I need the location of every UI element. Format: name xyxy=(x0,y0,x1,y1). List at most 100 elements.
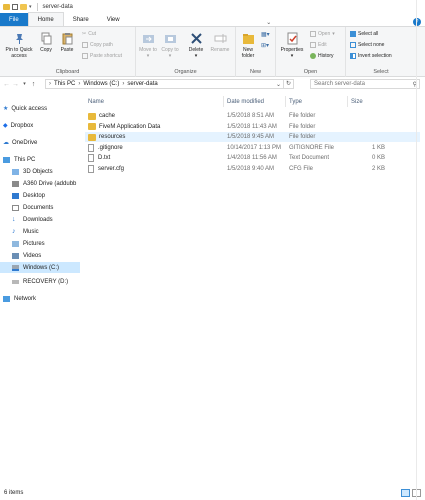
refresh-icon[interactable]: ↻ xyxy=(283,80,293,88)
expand-ribbon-icon[interactable]: ⌄ xyxy=(266,19,271,26)
nav-item-pictures[interactable]: Pictures xyxy=(0,238,80,249)
address-bar[interactable]: › This PC › Windows (C:) › server-data ⌄… xyxy=(45,79,294,89)
search-input[interactable]: Search server-data ⚲ xyxy=(310,79,420,89)
nav-item-this-pc[interactable]: This PC xyxy=(0,154,80,165)
cut-label: Cut xyxy=(88,31,96,37)
delete-button[interactable]: Delete ▾ xyxy=(186,32,206,59)
nav-item-3d-objects[interactable]: 3D Objects xyxy=(0,166,80,177)
tab-file[interactable]: File xyxy=(0,13,28,26)
up-arrow-icon[interactable]: ↑ xyxy=(29,81,38,88)
move-to-button[interactable]: Move to ▾ xyxy=(139,32,157,59)
nav-item-onedrive[interactable]: ☁ OneDrive xyxy=(0,137,80,148)
recent-locations-icon[interactable]: ▾ xyxy=(20,81,29,87)
nav-label: This PC xyxy=(14,156,36,163)
select-all-icon xyxy=(350,31,356,37)
select-none-icon xyxy=(350,42,356,48)
music-note-icon: ♪ xyxy=(12,228,16,235)
properties-checkbox-icon[interactable] xyxy=(12,3,18,10)
nav-item-network[interactable]: Network xyxy=(0,293,80,304)
file-type: File folder xyxy=(286,132,348,142)
details-view-icon[interactable] xyxy=(401,489,410,497)
nav-item-music[interactable]: ♪ Music xyxy=(0,226,80,237)
nav-item-recovery-d[interactable]: RECOVERY (D:) xyxy=(0,276,80,287)
table-row[interactable]: FiveM Application Data 1/5/2018 11:43 AM F… xyxy=(85,122,420,132)
new-folder-icon[interactable] xyxy=(20,3,27,10)
nav-label: Desktop xyxy=(23,192,46,199)
tab-share[interactable]: Share xyxy=(64,13,98,26)
ribbon-tabs: File Home Share View ⌄ ? xyxy=(0,12,425,27)
breadcrumb-current-folder[interactable]: server-data xyxy=(127,81,157,87)
easy-access-icon[interactable]: ⊞▾ xyxy=(261,42,269,49)
tab-view[interactable]: View xyxy=(98,13,129,26)
new-folder-button[interactable]: New folder xyxy=(238,32,258,59)
nav-item-dropbox[interactable]: ◆ Dropbox xyxy=(0,120,80,131)
new-folder-label: New folder xyxy=(241,47,255,59)
nav-item-videos[interactable]: Videos xyxy=(0,250,80,261)
copy-to-button[interactable]: Copy to ▾ xyxy=(161,32,179,59)
column-header-type[interactable]: Type xyxy=(286,96,348,107)
paste-button[interactable]: Paste xyxy=(58,32,76,53)
nav-item-a360-drive[interactable]: A360 Drive (addubb xyxy=(0,178,80,189)
open-label: Open xyxy=(318,31,331,37)
table-row[interactable]: cache 1/5/2018 8:51 AM File folder xyxy=(85,111,420,121)
nav-item-desktop[interactable]: Desktop xyxy=(0,190,80,201)
breadcrumb-drive[interactable]: Windows (C:) xyxy=(83,81,119,87)
paste-shortcut-button[interactable]: Paste shortcut xyxy=(82,53,122,59)
tab-home[interactable]: Home xyxy=(27,12,64,26)
file-type: GITIGNORE File xyxy=(286,143,348,153)
file-date-text: 1/5/2018 11:43 AM xyxy=(227,123,277,130)
address-row: ← → ▾ ↑ › This PC › Windows (C:) › serve… xyxy=(0,77,425,91)
open-button[interactable]: Open ▾ xyxy=(310,31,335,37)
nav-item-windows-c[interactable]: Windows (C:) xyxy=(0,262,80,273)
properties-button[interactable]: Properties ▾ xyxy=(278,32,306,59)
delete-dropdown-icon: ▾ xyxy=(194,53,198,59)
table-row[interactable]: server.cfg 1/5/2018 9:40 AM CFG File 2 KB xyxy=(85,164,420,174)
forward-arrow-icon[interactable]: → xyxy=(11,81,20,88)
windows-drive-icon xyxy=(12,264,19,271)
history-button[interactable]: History xyxy=(310,53,334,59)
file-size xyxy=(348,132,385,142)
new-group: New folder ▦▾ ⊞▾ New xyxy=(236,27,276,77)
file-name-text: D.txt xyxy=(98,155,111,161)
edit-button[interactable]: Edit xyxy=(310,42,327,48)
new-folder-icon xyxy=(242,34,254,44)
pin-to-quick-access-button[interactable]: Pin to Quick access xyxy=(2,32,36,59)
table-row[interactable]: D.txt 1/4/2018 11:56 AM Text Document 0 KB xyxy=(85,153,420,163)
desktop-icon xyxy=(12,192,19,199)
properties-icon xyxy=(287,32,297,45)
open-icon xyxy=(310,31,316,37)
file-type-text: File folder xyxy=(289,123,316,130)
back-arrow-icon[interactable]: ← xyxy=(2,81,11,88)
navigation-pane: ★ Quick access ◆ Dropbox ☁ OneDrive This… xyxy=(0,96,80,486)
rename-button[interactable]: Rename xyxy=(209,32,231,53)
cut-button[interactable]: ✂ Cut xyxy=(82,31,96,37)
paste-icon xyxy=(62,33,72,45)
new-item-icon[interactable]: ▦▾ xyxy=(261,31,270,38)
dropbox-icon: ◆ xyxy=(3,123,8,129)
address-dropdown-icon[interactable]: ⌄ xyxy=(274,81,283,88)
nav-item-documents[interactable]: Documents xyxy=(0,202,80,213)
table-row[interactable]: .gitignore 10/14/2017 1:13 PM GITIGNORE Fi… xyxy=(85,143,420,153)
file-type-text: Text Document xyxy=(289,155,330,161)
select-all-button[interactable]: Select all xyxy=(350,31,378,37)
folder-icon xyxy=(88,112,96,120)
file-icon xyxy=(88,154,94,162)
column-header-name[interactable]: Name xyxy=(85,96,224,107)
quick-access-toolbar: ▾ xyxy=(0,2,41,11)
column-header-date[interactable]: Date modified xyxy=(224,96,286,107)
file-type: CFG File xyxy=(286,164,348,174)
file-size: 0 KB xyxy=(348,153,385,163)
invert-selection-button[interactable]: Invert selection xyxy=(350,53,392,59)
select-none-button[interactable]: Select none xyxy=(350,42,384,48)
table-row[interactable]: resources 1/5/2018 9:45 AM File folder xyxy=(85,132,420,142)
column-header-size[interactable]: Size xyxy=(348,96,388,107)
nav-item-downloads[interactable]: ↓ Downloads xyxy=(0,214,80,225)
copy-path-button[interactable]: Copy path xyxy=(82,42,113,48)
nav-label: Downloads xyxy=(23,216,53,223)
copy-button[interactable]: Copy xyxy=(38,32,54,53)
breadcrumb-this-pc[interactable]: This PC xyxy=(54,81,75,87)
search-placeholder: Search server-data xyxy=(314,81,366,87)
folder-path-icon: › xyxy=(49,81,51,87)
nav-item-quick-access[interactable]: ★ Quick access xyxy=(0,103,80,114)
customize-toolbar-icon[interactable]: ▾ xyxy=(29,4,32,10)
